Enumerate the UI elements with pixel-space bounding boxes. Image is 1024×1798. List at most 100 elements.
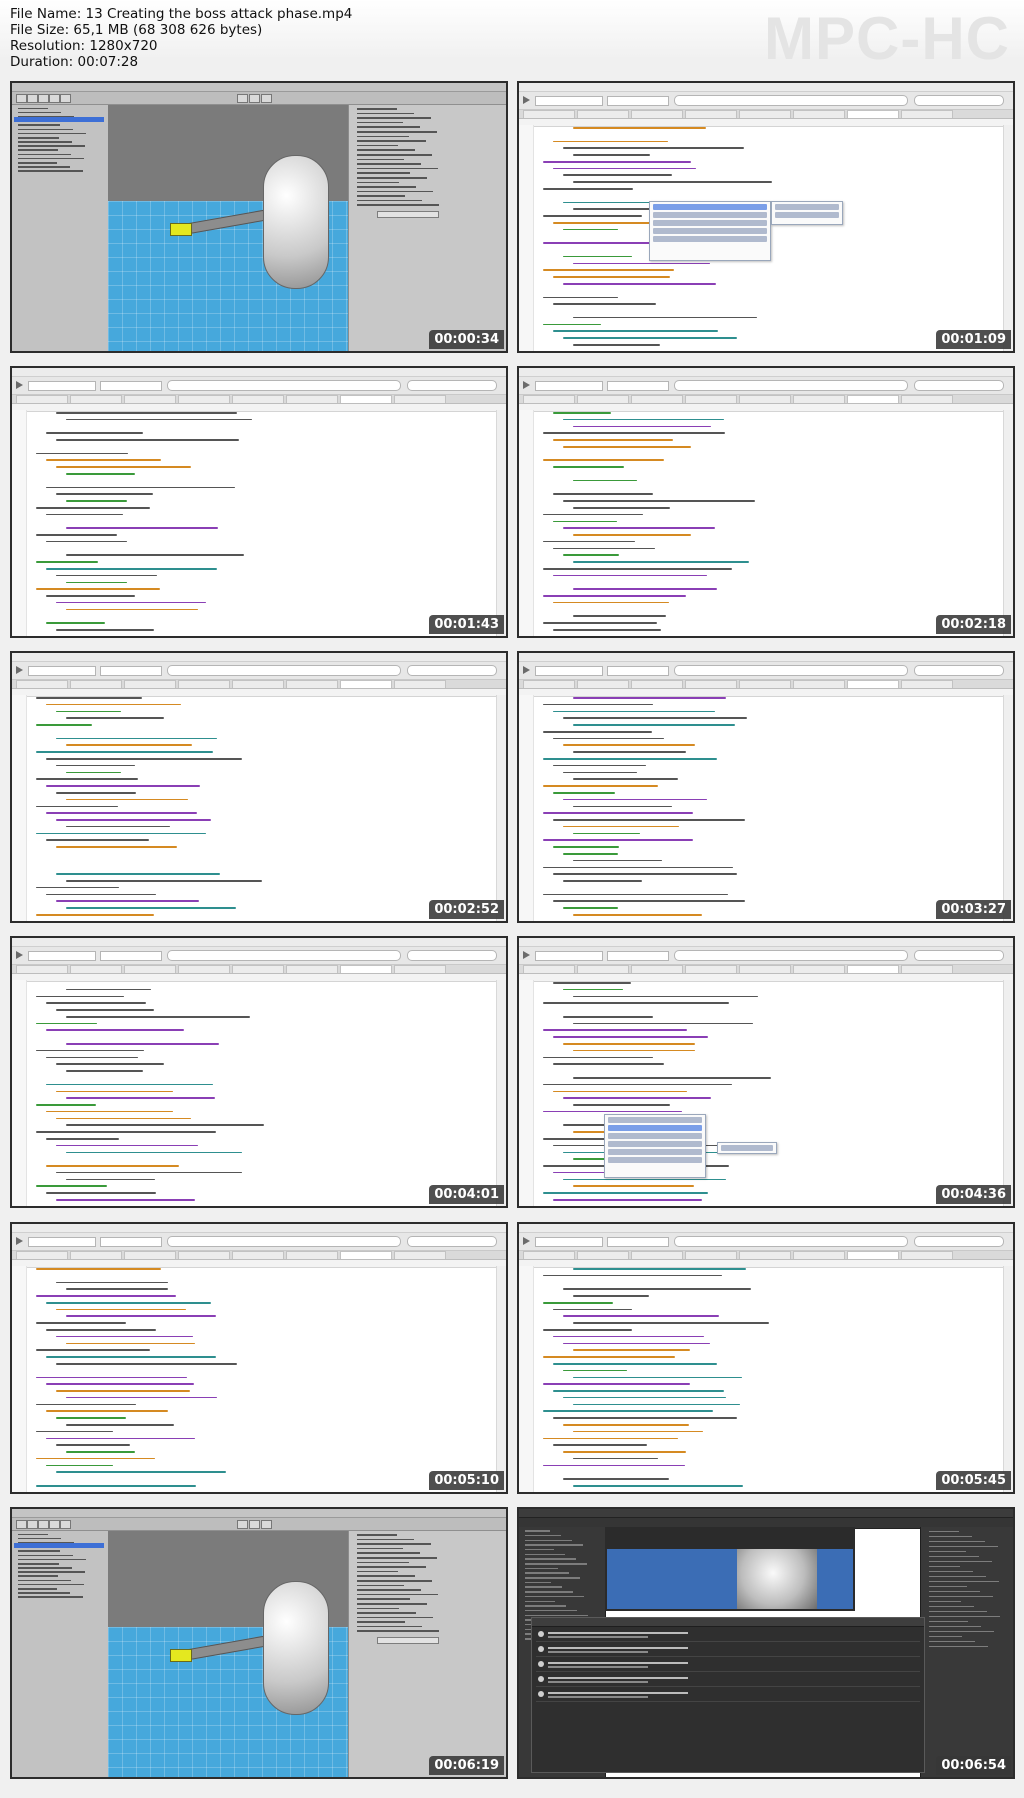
- document-tab[interactable]: [793, 110, 845, 118]
- inspector-field[interactable]: [357, 149, 415, 151]
- scene-view[interactable]: [108, 1531, 348, 1777]
- inspector-field[interactable]: [357, 1534, 397, 1536]
- document-tab[interactable]: [340, 395, 392, 403]
- platform-combo[interactable]: [100, 951, 162, 961]
- hierarchy-panel[interactable]: [12, 1531, 109, 1777]
- document-tab[interactable]: [124, 395, 176, 403]
- hierarchy-item[interactable]: [18, 157, 84, 160]
- config-combo[interactable]: [535, 666, 603, 676]
- hierarchy-item[interactable]: [18, 153, 71, 156]
- tool-button[interactable]: [60, 94, 71, 103]
- console-message[interactable]: [536, 1674, 920, 1687]
- search-input[interactable]: [914, 665, 1004, 676]
- document-tab[interactable]: [739, 395, 791, 403]
- hierarchy-item[interactable]: [525, 1558, 576, 1560]
- hierarchy-item[interactable]: [18, 1575, 58, 1578]
- inspector-field[interactable]: [929, 1595, 993, 1597]
- hierarchy-item[interactable]: [18, 132, 86, 135]
- autocomplete-popup[interactable]: [604, 1114, 706, 1178]
- inspector-field[interactable]: [929, 1570, 973, 1572]
- document-tab[interactable]: [847, 680, 899, 688]
- play-button[interactable]: [237, 94, 248, 103]
- document-tab[interactable]: [70, 395, 122, 403]
- document-tab[interactable]: [685, 110, 737, 118]
- document-tab[interactable]: [70, 1251, 122, 1259]
- document-tab[interactable]: [901, 395, 953, 403]
- hierarchy-item[interactable]: [18, 1596, 83, 1598]
- document-tab[interactable]: [124, 1251, 176, 1259]
- document-tab[interactable]: [793, 965, 845, 973]
- hierarchy-item[interactable]: [18, 170, 83, 172]
- hierarchy-item[interactable]: [18, 1562, 59, 1565]
- document-tab[interactable]: [286, 395, 338, 403]
- hierarchy-item[interactable]: [18, 141, 72, 143]
- scrollbar[interactable]: [496, 410, 506, 636]
- console-message[interactable]: [536, 1659, 920, 1672]
- inspector-field[interactable]: [357, 135, 409, 138]
- document-tab[interactable]: [901, 680, 953, 688]
- inspector-field[interactable]: [357, 144, 398, 147]
- inspector-panel[interactable]: [920, 1527, 1013, 1777]
- document-tab[interactable]: [178, 680, 230, 688]
- document-tab[interactable]: [340, 965, 392, 973]
- hierarchy-item[interactable]: [525, 1548, 554, 1551]
- inspector-field[interactable]: [357, 1598, 410, 1600]
- hierarchy-item[interactable]: [18, 1567, 72, 1569]
- inspector-field[interactable]: [357, 112, 414, 115]
- play-icon[interactable]: [523, 1237, 530, 1245]
- hierarchy-item[interactable]: [18, 107, 48, 110]
- document-tab[interactable]: [16, 395, 68, 403]
- document-tab[interactable]: [340, 680, 392, 688]
- config-combo[interactable]: [28, 951, 96, 961]
- inspector-field[interactable]: [357, 1630, 439, 1633]
- code-area[interactable]: [537, 697, 1001, 921]
- inspector-field[interactable]: [929, 1645, 988, 1647]
- inspector-field[interactable]: [929, 1530, 959, 1532]
- play-icon[interactable]: [523, 96, 530, 104]
- inspector-field[interactable]: [357, 1543, 431, 1545]
- document-tab[interactable]: [394, 680, 446, 688]
- document-tab[interactable]: [685, 395, 737, 403]
- inspector-field[interactable]: [357, 163, 421, 165]
- inspector-field[interactable]: [357, 1621, 405, 1623]
- inspector-field[interactable]: [357, 1589, 421, 1591]
- inspector-field[interactable]: [929, 1600, 961, 1602]
- document-tab[interactable]: [577, 965, 629, 973]
- hierarchy-item[interactable]: [18, 111, 61, 114]
- inspector-field[interactable]: [357, 186, 416, 188]
- hierarchy-item[interactable]: [18, 1592, 70, 1594]
- console-window[interactable]: [531, 1617, 925, 1773]
- document-tab[interactable]: [793, 680, 845, 688]
- tool-button[interactable]: [27, 1520, 38, 1529]
- play-icon[interactable]: [16, 1237, 23, 1245]
- hierarchy-item[interactable]: [525, 1572, 569, 1574]
- inspector-field[interactable]: [357, 158, 404, 161]
- hierarchy-item[interactable]: [525, 1544, 583, 1546]
- search-input[interactable]: [407, 380, 497, 391]
- inspector-field[interactable]: [357, 1579, 432, 1582]
- hierarchy-item[interactable]: [525, 1586, 562, 1588]
- tool-button[interactable]: [16, 1520, 27, 1529]
- cube-object[interactable]: [170, 1649, 192, 1662]
- platform-combo[interactable]: [607, 951, 669, 961]
- play-icon[interactable]: [16, 381, 23, 389]
- inspector-field[interactable]: [929, 1540, 985, 1542]
- inspector-field[interactable]: [357, 181, 399, 184]
- tool-button[interactable]: [49, 1520, 60, 1529]
- hierarchy-item[interactable]: [525, 1591, 573, 1593]
- autocomplete-popup[interactable]: [649, 201, 771, 261]
- document-tab[interactable]: [739, 680, 791, 688]
- hierarchy-item[interactable]: [18, 1554, 73, 1557]
- inspector-field[interactable]: [929, 1585, 967, 1587]
- play-icon[interactable]: [523, 951, 530, 959]
- inspector-field[interactable]: [357, 1566, 426, 1568]
- document-tab[interactable]: [577, 1251, 629, 1259]
- hierarchy-item[interactable]: [18, 1533, 48, 1536]
- inspector-field[interactable]: [357, 153, 432, 156]
- inspector-field[interactable]: [357, 1538, 414, 1541]
- console-message[interactable]: [536, 1629, 920, 1642]
- inspector-field[interactable]: [357, 1575, 415, 1577]
- config-combo[interactable]: [535, 381, 603, 391]
- document-tab[interactable]: [286, 965, 338, 973]
- platform-combo[interactable]: [100, 381, 162, 391]
